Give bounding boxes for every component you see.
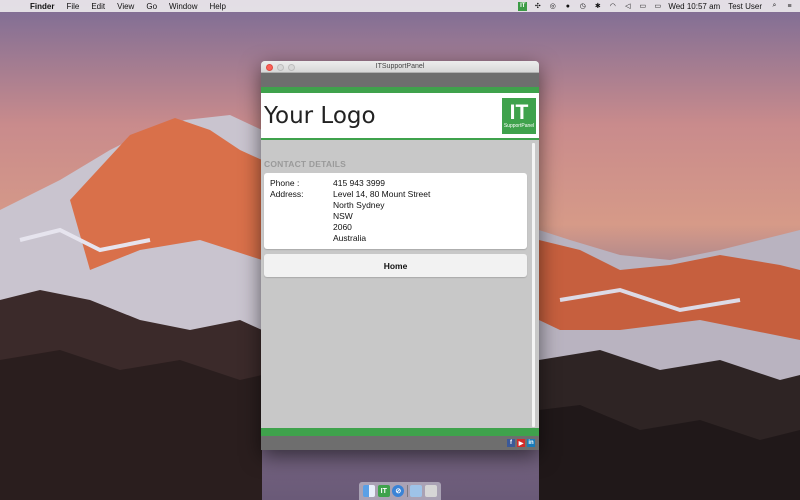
- address-line: Australia: [333, 233, 367, 243]
- linkedin-icon[interactable]: in: [527, 439, 535, 447]
- menu-edit[interactable]: Edit: [91, 2, 105, 11]
- brand-subtitle: SupportPanel: [503, 122, 535, 129]
- finder-icon[interactable]: [363, 485, 376, 497]
- header-top-band: [261, 73, 539, 87]
- address-row: Address: Level 14, 80 Mount Street North…: [270, 189, 521, 244]
- clock-icon[interactable]: ◷: [578, 2, 587, 11]
- address-line: Level 14, 80 Mount Street: [333, 189, 431, 199]
- wifi-icon[interactable]: ◠: [608, 2, 617, 11]
- gauge-icon[interactable]: ◎: [548, 2, 557, 11]
- home-button[interactable]: Home: [264, 254, 527, 277]
- phone-row: Phone : 415 943 3999: [270, 178, 521, 189]
- content-area: CONTACT DETAILS Phone : 415 943 3999 Add…: [261, 152, 539, 428]
- contact-card: Phone : 415 943 3999 Address: Level 14, …: [264, 173, 527, 249]
- notification-center-icon[interactable]: ≡: [785, 2, 794, 11]
- status-tray: IT ✣ ◎ ● ◷ ✱ ◠ ◁ ▭ ▭ Wed 10:57 am Test U…: [518, 0, 800, 12]
- itsupportpanel-window: ITSupportPanel Your Logo IT SupportPanel…: [261, 61, 539, 450]
- menu-window[interactable]: Window: [169, 2, 197, 11]
- itsupportpanel-dock-icon[interactable]: IT: [377, 485, 390, 497]
- menubar-clock[interactable]: Wed 10:57 am: [668, 2, 720, 11]
- scrollbar[interactable]: [532, 143, 535, 427]
- logo-header: Your Logo IT SupportPanel: [261, 93, 539, 140]
- menu-finder[interactable]: Finder: [30, 2, 54, 11]
- volume-icon[interactable]: ◁: [623, 2, 632, 11]
- bluetooth-icon[interactable]: ✱: [593, 2, 602, 11]
- dock: IT ⊘: [359, 482, 441, 500]
- menubar-user[interactable]: Test User: [728, 2, 762, 11]
- status-dot-icon[interactable]: ●: [563, 2, 572, 11]
- itsupportpanel-logo: IT SupportPanel: [502, 97, 536, 134]
- menu-go[interactable]: Go: [146, 2, 157, 11]
- battery-icon[interactable]: ▭: [653, 2, 662, 11]
- address-line: 2060: [333, 222, 352, 232]
- footer-bar: f ▶ in: [261, 436, 539, 450]
- youtube-icon[interactable]: ▶: [517, 439, 525, 447]
- close-button[interactable]: [266, 64, 273, 71]
- facebook-icon[interactable]: f: [507, 439, 515, 447]
- downloads-folder-icon[interactable]: [410, 485, 423, 497]
- section-title: CONTACT DETAILS: [264, 159, 347, 169]
- menu-file[interactable]: File: [66, 2, 79, 11]
- spotlight-search-icon[interactable]: ⌕: [770, 2, 779, 11]
- window-titlebar[interactable]: ITSupportPanel: [261, 61, 539, 73]
- phone-value[interactable]: 415 943 3999: [333, 178, 521, 189]
- address-line: North Sydney: [333, 200, 385, 210]
- window-controls: [266, 64, 299, 71]
- footer-green-stripe: [261, 428, 539, 436]
- minimize-button[interactable]: [277, 64, 284, 71]
- safari-icon[interactable]: ⊘: [392, 485, 405, 497]
- address-line: NSW: [333, 211, 353, 221]
- itsupportpanel-tray-icon[interactable]: IT: [518, 1, 528, 11]
- logo-placeholder: Your Logo: [264, 102, 376, 129]
- menu-help[interactable]: Help: [209, 2, 225, 11]
- address-label: Address:: [270, 189, 304, 199]
- phone-label: Phone :: [270, 178, 300, 188]
- window-title: ITSupportPanel: [375, 63, 425, 70]
- menu-bar: Finder File Edit View Go Window Help IT …: [0, 0, 800, 12]
- brand-letters: IT: [509, 100, 529, 124]
- address-value: Level 14, 80 Mount Street North Sydney N…: [333, 189, 521, 244]
- menu-view[interactable]: View: [117, 2, 134, 11]
- zoom-button[interactable]: [288, 64, 295, 71]
- airplay-icon[interactable]: ▭: [638, 2, 647, 11]
- tools-icon[interactable]: ✣: [533, 2, 542, 11]
- dock-separator: [406, 485, 408, 497]
- trash-icon[interactable]: [424, 485, 437, 497]
